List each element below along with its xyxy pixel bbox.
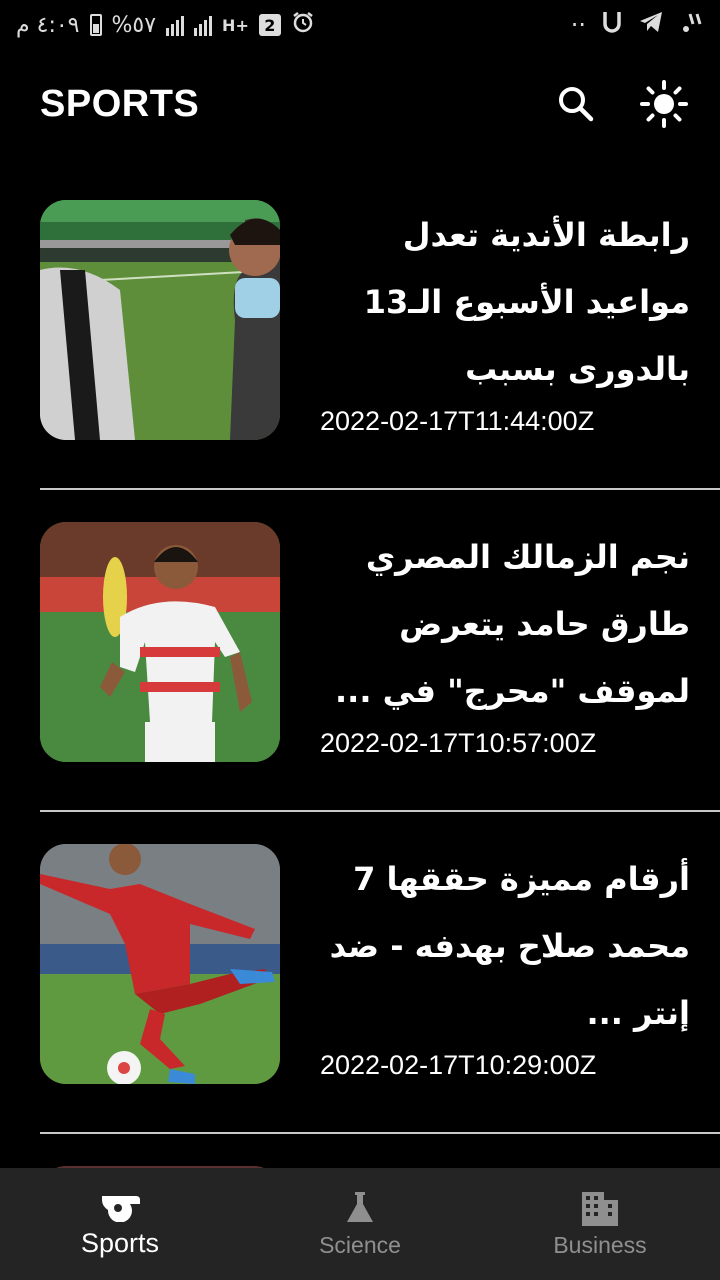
article-thumbnail (40, 522, 280, 762)
article-timestamp: 2022-02-17T10:57:00Z (320, 728, 597, 758)
app-bar: SPORTS (0, 56, 720, 152)
page-title: SPORTS (40, 82, 200, 125)
search-icon (559, 87, 594, 122)
status-left: ٤:٠٩ م %٥٧ H+ 2 (16, 10, 315, 40)
status-right: ·· (571, 10, 704, 40)
article-timestamp: 2022-02-17T10:29:00Z (320, 1050, 597, 1080)
clock: ٤:٠٩ م (16, 12, 80, 38)
status-bar: ٤:٠٩ م %٥٧ H+ 2 ·· (0, 0, 720, 50)
article-headline: رابطة الأندية تعدل مواعيد الأسبوع الـ13 … (363, 216, 690, 388)
battery-icon (89, 14, 102, 36)
viber-icon (680, 10, 704, 40)
article-thumbnail (40, 200, 280, 440)
sim-badge: 2 (258, 14, 281, 36)
article-card[interactable]: رابطة الأندية تعدل مواعيد الأسبوع الـ13 … (0, 168, 720, 490)
signal-icon-2 (194, 14, 213, 36)
article-timestamp: 2022-02-17T11:44:00Z (320, 406, 595, 436)
whistle-icon (102, 1195, 140, 1222)
telegram-icon (638, 10, 664, 40)
building-icon (582, 1191, 618, 1226)
notification-dots: ·· (570, 11, 586, 39)
article-headline: نجم الزمالك المصري طارق حامد يتعرض لموقف… (335, 538, 690, 710)
bottom-navigation: Sports Science Business (0, 1168, 720, 1280)
nav-label: Business (553, 1231, 647, 1258)
nav-label: Sports (80, 1227, 160, 1258)
flask-icon (347, 1191, 373, 1222)
u-icon (602, 10, 622, 40)
divider (40, 1132, 720, 1134)
network-type: H+ (222, 15, 249, 35)
sun-icon (640, 80, 688, 128)
nav-label: Science (319, 1231, 401, 1258)
article-thumbnail (40, 844, 280, 1084)
search-button[interactable] (544, 72, 608, 136)
nav-item-sports[interactable]: Sports (0, 1168, 240, 1280)
alarm-icon (291, 10, 315, 40)
nav-item-business[interactable]: Business (480, 1168, 720, 1280)
theme-toggle-button[interactable] (632, 72, 696, 136)
battery-percent: %٥٧ (111, 12, 157, 38)
article-headline: أرقام مميزة حققها 7 محمد صلاح بهدفه - ضد… (329, 860, 690, 1032)
nav-item-science[interactable]: Science (240, 1168, 480, 1280)
article-card[interactable]: نجم الزمالك المصري طارق حامد يتعرض لموقف… (0, 490, 720, 812)
article-card[interactable]: أرقام مميزة حققها 7 محمد صلاح بهدفه - ضد… (0, 812, 720, 1134)
news-feed: رابطة الأندية تعدل مواعيد الأسبوع الـ13 … (0, 168, 720, 1206)
signal-icon (166, 14, 185, 36)
